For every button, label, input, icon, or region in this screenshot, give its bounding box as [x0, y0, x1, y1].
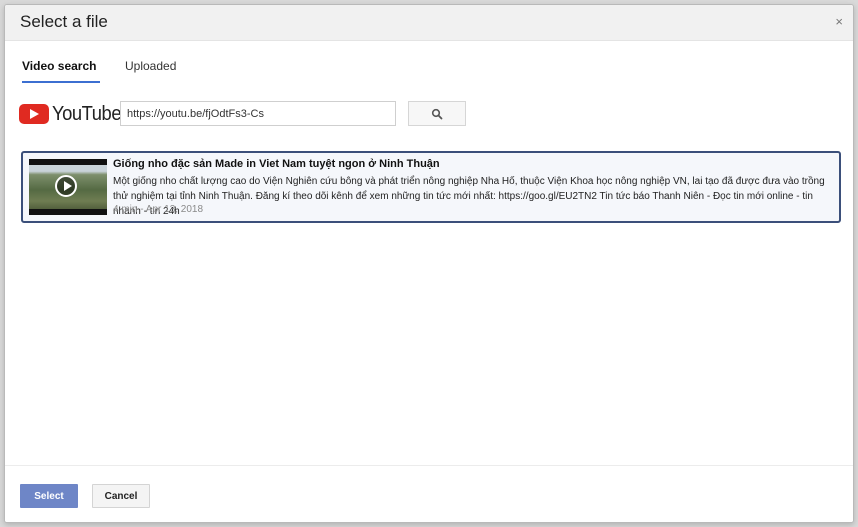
result-meta: 4 min - Apr 13, 2018: [113, 204, 204, 215]
search-result-item[interactable]: Giống nho đặc sản Made in Viet Nam tuyệt…: [21, 151, 841, 223]
tab-uploaded[interactable]: Uploaded: [125, 59, 176, 81]
dialog-titlebar: Select a file ×: [5, 5, 853, 41]
search-icon: [431, 108, 443, 119]
search-input[interactable]: [120, 101, 396, 126]
dialog-footer: Select Cancel: [5, 465, 853, 522]
select-button[interactable]: Select: [20, 484, 78, 508]
search-button[interactable]: [408, 101, 466, 126]
play-icon: [55, 175, 77, 197]
tab-video-search[interactable]: Video search: [22, 59, 101, 83]
youtube-logo: YouTube: [19, 102, 127, 126]
dialog-title: Select a file: [20, 12, 108, 31]
cancel-button[interactable]: Cancel: [92, 484, 150, 508]
result-description: Một giống nho chất lượng cao do Viện Ngh…: [113, 176, 825, 217]
tab-bar: Video search Uploaded: [5, 41, 853, 85]
close-icon[interactable]: ×: [835, 14, 843, 30]
youtube-play-icon: [19, 104, 49, 124]
select-file-dialog: Select a file × Video search Uploaded Yo…: [4, 4, 854, 523]
youtube-logo-text: YouTube: [52, 102, 122, 125]
result-title: Giống nho đặc sản Made in Viet Nam tuyệt…: [113, 158, 440, 170]
video-thumbnail: [29, 159, 107, 215]
